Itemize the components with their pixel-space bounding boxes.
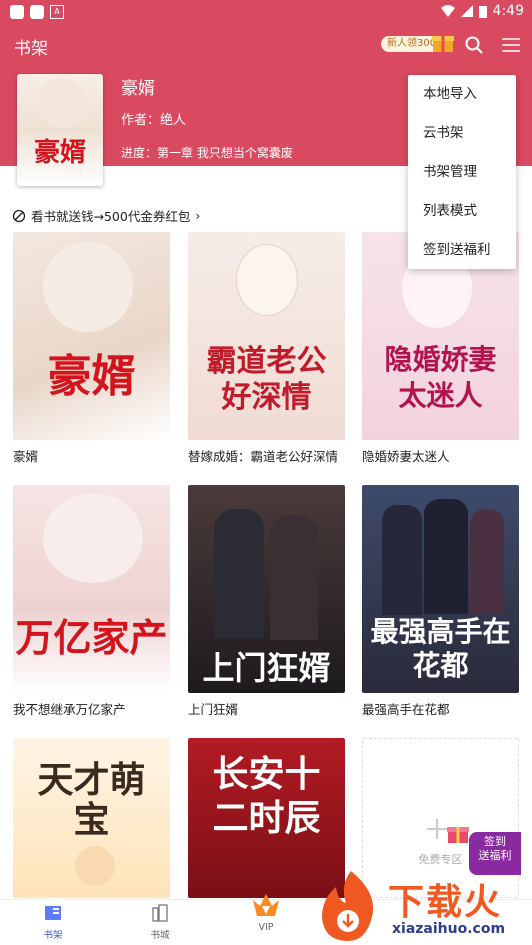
top-bar: 书架 新人领300 [0, 24, 532, 68]
menu-item-signin-bonus[interactable]: 签到送福利 [408, 231, 516, 270]
notification-icon [10, 5, 24, 19]
watermark-brand: 下载火 [388, 882, 503, 923]
cover-title: 万亿家产 [15, 615, 168, 660]
tab-bookstore[interactable]: 书城 [130, 904, 190, 941]
signal-icon [460, 5, 473, 17]
book-cover[interactable]: 豪婿 [13, 232, 170, 440]
book-cover[interactable]: 最强高手在花都 [362, 485, 519, 693]
flame-logo-icon [322, 871, 374, 941]
hero-book-cover[interactable]: 豪婿 [17, 74, 103, 186]
cover-title: 上门狂婿 [202, 649, 331, 687]
menu-item-cloud-shelf[interactable]: 云书架 [408, 114, 516, 153]
hero-cover-title: 豪婿 [33, 138, 86, 168]
tab-bookstore-label: 书城 [150, 930, 170, 941]
book-cover[interactable]: 万亿家产 [13, 485, 170, 693]
book-card[interactable]: 上门狂婿 上门狂婿 [188, 485, 345, 718]
vip-crown-icon [253, 894, 279, 916]
book-title: 隐婚娇妻太迷人 [362, 449, 450, 464]
promo-text: 看书就送钱→500代金券红包 [31, 209, 191, 224]
chevron-right-icon: › [195, 208, 201, 223]
cover-title: 豪婿 [47, 351, 136, 402]
book-card[interactable]: 最强高手在花都 最强高手在花都 [362, 485, 519, 718]
book-card[interactable]: 万亿家产 我不想继承万亿家产 [13, 485, 170, 718]
hero-info: 豪婿 作者：绝人 进度：第一章 我只想当个窝囊废 [121, 74, 293, 161]
plus-icon [427, 819, 447, 839]
cover-title: 霸道老公好深情 [206, 344, 327, 415]
watermark-overlay: 下载火 xiazaihuo.com [316, 869, 532, 944]
a-notification-icon: A [50, 5, 64, 19]
fab-line1: 签到 [484, 835, 506, 848]
menu-item-list-mode[interactable]: 列表模式 [408, 192, 516, 231]
coin-icon [12, 209, 26, 222]
page-title: 书架 [14, 39, 48, 59]
search-icon[interactable] [464, 35, 484, 55]
watermark-url: xiazaihuo.com [392, 921, 506, 937]
menu-item-local-import[interactable]: 本地导入 [408, 75, 516, 114]
wifi-icon [440, 5, 455, 17]
hero-reading-progress: 进度：第一章 我只想当个窝囊废 [121, 146, 293, 160]
book-card[interactable]: 豪婿 豪婿 [13, 232, 170, 465]
cover-title: 天才萌宝 [37, 759, 146, 841]
bookshelf-icon [45, 906, 61, 920]
book-cover[interactable]: 上门狂婿 [188, 485, 345, 693]
status-bar: A 4:49 [0, 0, 532, 24]
book-title: 替嫁成婚：霸道老公好深情 [188, 449, 339, 464]
tab-vip-label: VIP [258, 922, 274, 933]
gift-icon[interactable] [431, 31, 455, 53]
menu-item-shelf-manage[interactable]: 书架管理 [408, 153, 516, 192]
overflow-menu: 本地导入 云书架 书架管理 列表模式 签到送福利 [408, 75, 516, 269]
menu-icon[interactable] [502, 37, 520, 53]
promo-link[interactable]: 看书就送钱→500代金券红包 › [12, 206, 200, 225]
fab-gift-icon [447, 827, 469, 843]
tab-bookshelf[interactable]: 书架 [23, 904, 83, 941]
book-title: 豪婿 [13, 449, 39, 464]
hero-book-title: 豪婿 [121, 79, 155, 99]
status-time: 4:49 [492, 3, 524, 19]
book-card[interactable]: 霸道老公好深情 替嫁成婚：霸道老公好深情 [188, 232, 345, 465]
status-right: 4:49 [440, 3, 524, 19]
book-cover[interactable]: 天才萌宝 [13, 738, 170, 898]
tab-bookshelf-label: 书架 [43, 930, 63, 941]
status-left-icons: A [10, 5, 64, 19]
battery-icon [478, 5, 487, 18]
book-title: 我不想继承万亿家产 [13, 702, 126, 717]
cover-title: 长安十二时辰 [212, 753, 321, 839]
book-cover[interactable]: 霸道老公好深情 [188, 232, 345, 440]
fab-line2: 送福利 [478, 849, 512, 862]
hero-book-author: 作者：绝人 [121, 113, 187, 128]
cover-title: 最强高手在花都 [370, 615, 511, 682]
cover-title: 隐婚娇妻太迷人 [384, 343, 497, 412]
notification-icon-2 [30, 5, 44, 19]
book-card[interactable]: 天才萌宝 [13, 738, 170, 898]
bookstore-icon [152, 904, 168, 922]
tab-vip[interactable]: VIP [236, 892, 296, 933]
book-title: 最强高手在花都 [362, 702, 450, 717]
book-title: 上门狂婿 [188, 702, 239, 717]
